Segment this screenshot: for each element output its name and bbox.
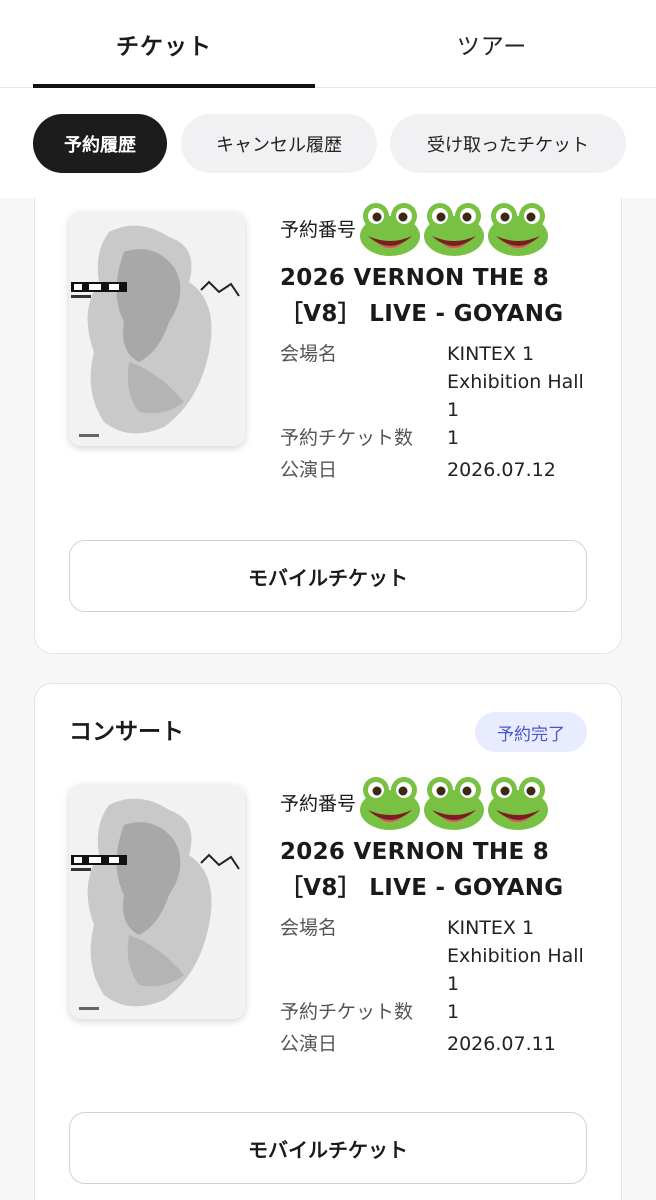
venue-label: 会場名: [280, 917, 338, 939]
venue-row: 会場名 KINTEX 1 Exhibition Hall 1: [280, 914, 610, 998]
frog-icon: [358, 772, 422, 832]
venue-value: KINTEX 1 Exhibition Hall 1: [447, 917, 584, 995]
event-title: 2026 VERNON THE 8 ［V8］ LIVE - GOYANG: [280, 834, 610, 906]
top-tab-bar: チケット ツアー: [0, 0, 656, 88]
concert-poster: [69, 785, 245, 1019]
filter-reservation-history[interactable]: 予約履歴: [33, 114, 167, 173]
ticket-count-row: 予約チケット数 1: [280, 998, 610, 1026]
frog-icon: [422, 772, 486, 832]
date-row: 公演日 2026.07.11: [280, 1030, 610, 1058]
frog-icon: [486, 198, 550, 258]
ticket-count-row: 予約チケット数 1: [280, 424, 610, 452]
date-label: 公演日: [280, 1033, 338, 1055]
ticket-info: 予約番号 2026 VERNON THE 8 ［V8］ LIVE - GOYAN…: [280, 198, 610, 484]
event-title: 2026 VERNON THE 8 ［V8］ LIVE - GOYANG: [280, 260, 610, 332]
venue-value: KINTEX 1 Exhibition Hall 1: [447, 343, 584, 421]
frog-emoji-icons: [358, 198, 550, 258]
mobile-ticket-button[interactable]: モバイルチケット: [69, 1112, 587, 1184]
filter-chip-bar: 予約履歴 キャンセル履歴 受け取ったチケット: [0, 88, 656, 198]
tab-tours[interactable]: ツアー: [328, 0, 656, 88]
frog-icon: [358, 198, 422, 258]
date-label: 公演日: [280, 459, 338, 481]
filter-received-tickets[interactable]: 受け取ったチケット: [390, 114, 626, 173]
filter-cancel-history[interactable]: キャンセル履歴: [181, 114, 377, 173]
reservation-number: 予約番号: [280, 198, 610, 258]
ticket-count-label: 予約チケット数: [280, 1001, 414, 1023]
date-row: 公演日 2026.07.12: [280, 456, 610, 484]
venue-label: 会場名: [280, 343, 338, 365]
date-value: 2026.07.11: [447, 1033, 556, 1055]
ticket-count-value: 1: [447, 427, 460, 449]
event-title-line2: ［V8］ LIVE - GOYANG: [280, 301, 564, 327]
mobile-ticket-button[interactable]: モバイルチケット: [69, 540, 587, 612]
ticket-count-value: 1: [447, 1001, 460, 1023]
frog-icon: [422, 198, 486, 258]
tab-tickets[interactable]: チケット: [0, 0, 328, 88]
frog-emoji-icons: [358, 772, 550, 832]
venue-row: 会場名 KINTEX 1 Exhibition Hall 1: [280, 340, 610, 424]
ticket-card: 予約番号 2026 VERNON THE 8 ［V8］ LIVE - GOYAN…: [34, 198, 622, 654]
event-title-line1: 2026 VERNON THE 8: [280, 265, 550, 291]
frog-icon: [486, 772, 550, 832]
reservation-number-label: 予約番号: [280, 218, 357, 241]
concert-poster: [69, 212, 245, 446]
ticket-card: コンサート 予約完了 予約番号 2026 VERNON THE 8 ［V8］ L…: [34, 683, 622, 1200]
category-label: コンサート: [69, 719, 184, 745]
reservation-number-label: 予約番号: [280, 792, 357, 815]
status-badge: 予約完了: [475, 712, 587, 752]
event-title-line1: 2026 VERNON THE 8: [280, 839, 550, 865]
ticket-info: 予約番号 2026 VERNON THE 8 ［V8］ LIVE - GOYAN…: [280, 772, 610, 1058]
reservation-number: 予約番号: [280, 772, 610, 832]
event-title-line2: ［V8］ LIVE - GOYANG: [280, 875, 564, 901]
ticket-count-label: 予約チケット数: [280, 427, 414, 449]
date-value: 2026.07.12: [447, 459, 556, 481]
